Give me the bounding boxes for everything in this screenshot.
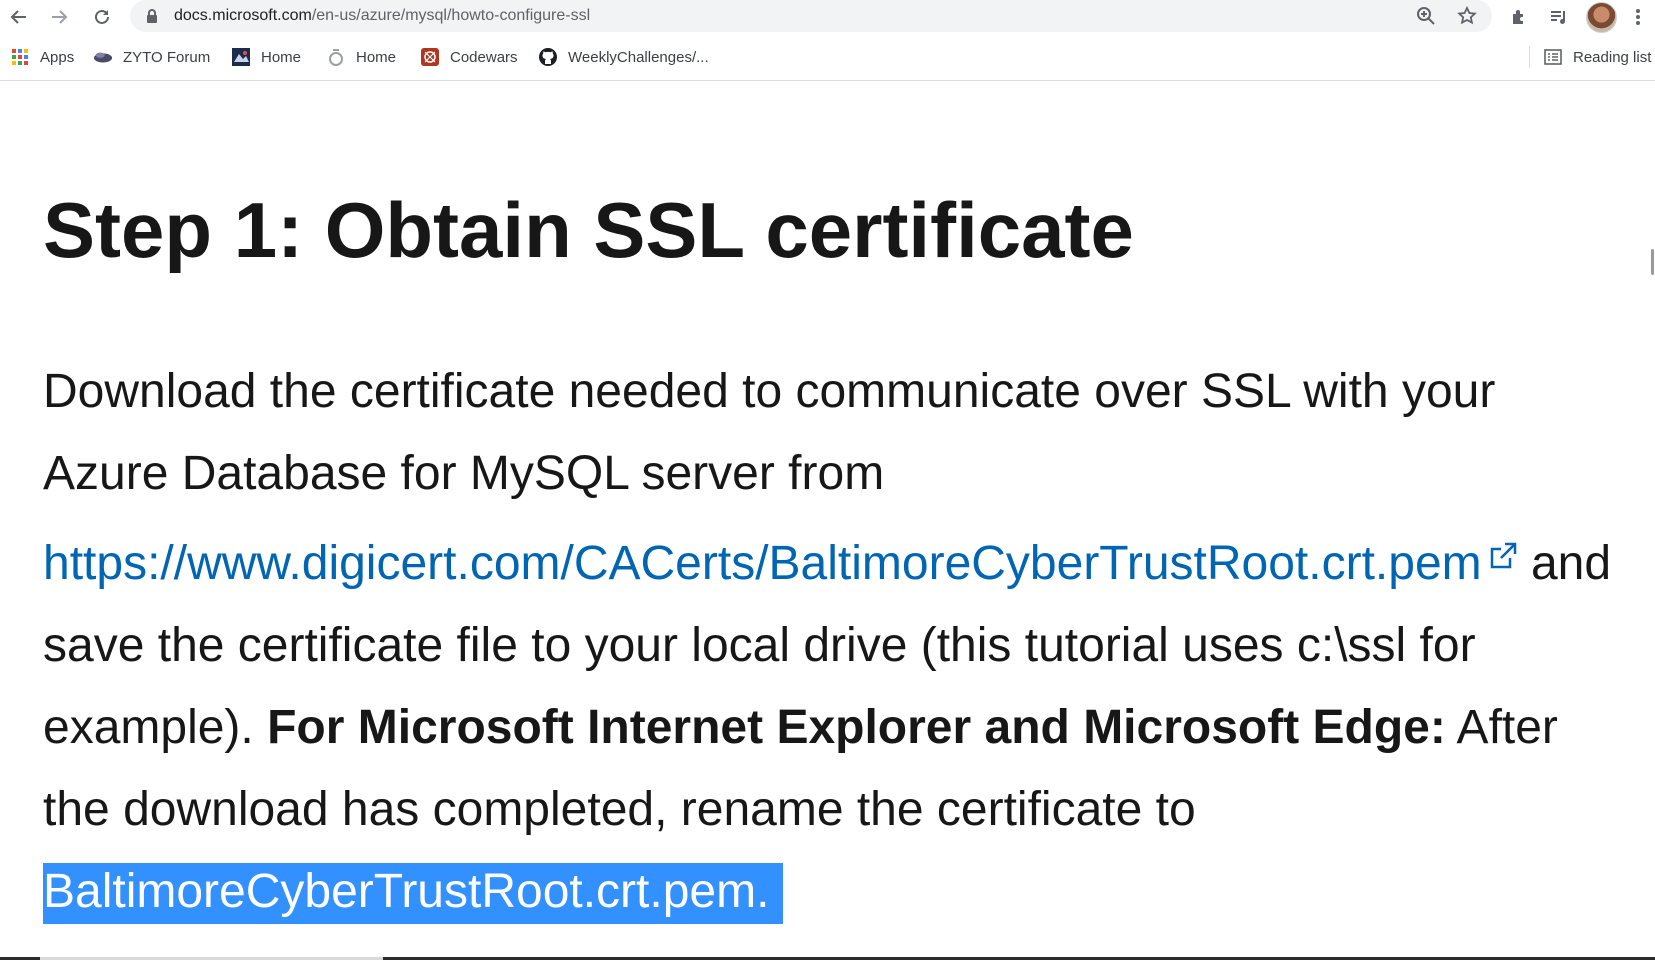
zoom-icon[interactable] — [1415, 5, 1437, 27]
bookmark-label: Apps — [40, 48, 75, 66]
selected-filename: BaltimoreCyberTrustRoot.crt.pem. — [43, 863, 784, 924]
page-scrollbar[interactable] — [1645, 81, 1655, 960]
reading-list-button[interactable]: Reading list — [1543, 46, 1651, 68]
media-control-icon[interactable] — [1545, 3, 1573, 31]
section-heading: Step 1: Obtain SSL certificate — [43, 186, 1134, 274]
external-link-icon — [1488, 515, 1518, 597]
bookmark-label: WeeklyChallenges/... — [568, 48, 709, 66]
bookmarks-separator — [1529, 46, 1530, 68]
home-site-icon — [231, 47, 251, 67]
profile-avatar[interactable] — [1586, 2, 1617, 33]
home-ring-icon — [326, 47, 346, 67]
back-button[interactable] — [5, 3, 33, 31]
zyto-icon — [93, 47, 113, 67]
address-bar[interactable]: docs.microsoft.com/en-us/azure/mysql/how… — [130, 0, 1492, 32]
forward-button[interactable] — [45, 3, 73, 31]
article-paragraph: Download the certificate needed to commu… — [43, 351, 1623, 933]
bookmark-label: Home — [356, 48, 397, 66]
browser-toolbar: docs.microsoft.com/en-us/azure/mysql/how… — [0, 0, 1655, 33]
extensions-icon[interactable] — [1505, 3, 1533, 31]
reading-list-label: Reading list — [1573, 48, 1652, 66]
bookmark-codewars[interactable]: Codewars — [420, 46, 518, 68]
bookmark-weeklychallenges[interactable]: WeeklyChallenges/... — [538, 46, 709, 68]
scrollbar-thumb[interactable] — [1651, 249, 1654, 275]
bookmark-home-2[interactable]: Home — [326, 46, 396, 68]
bookmarks-bar: Apps ZYTO Forum Home Home Codewars Weekl… — [0, 40, 1655, 72]
digicert-certificate-link[interactable]: https://www.digicert.com/CACerts/Baltimo… — [43, 537, 1482, 590]
browser-note-bold: For Microsoft Internet Explorer and Micr… — [267, 701, 1446, 754]
codewars-icon — [420, 47, 440, 67]
bookmark-label: Codewars — [450, 48, 518, 66]
paragraph-text: Download the certificate needed to commu… — [43, 365, 1496, 500]
arrow-left-icon — [10, 10, 26, 24]
bookmark-zyto-forum[interactable]: ZYTO Forum — [93, 46, 210, 68]
lock-icon — [146, 8, 158, 29]
bookmark-label: Home — [261, 48, 302, 66]
reload-button[interactable] — [88, 3, 116, 31]
reload-icon — [95, 9, 109, 24]
arrow-right-icon — [52, 10, 68, 24]
more-menu-icon[interactable] — [1626, 3, 1650, 31]
reading-list-icon — [1543, 47, 1563, 67]
github-icon — [538, 47, 558, 67]
url-text: docs.microsoft.com/en-us/azure/mysql/how… — [174, 7, 591, 24]
bookmark-home-1[interactable]: Home — [231, 46, 301, 68]
bookmark-apps[interactable]: Apps — [10, 46, 74, 68]
star-icon[interactable] — [1456, 5, 1478, 27]
apps-grid-icon — [10, 47, 30, 67]
chrome-divider — [0, 80, 1655, 81]
bookmark-label: ZYTO Forum — [123, 48, 211, 66]
